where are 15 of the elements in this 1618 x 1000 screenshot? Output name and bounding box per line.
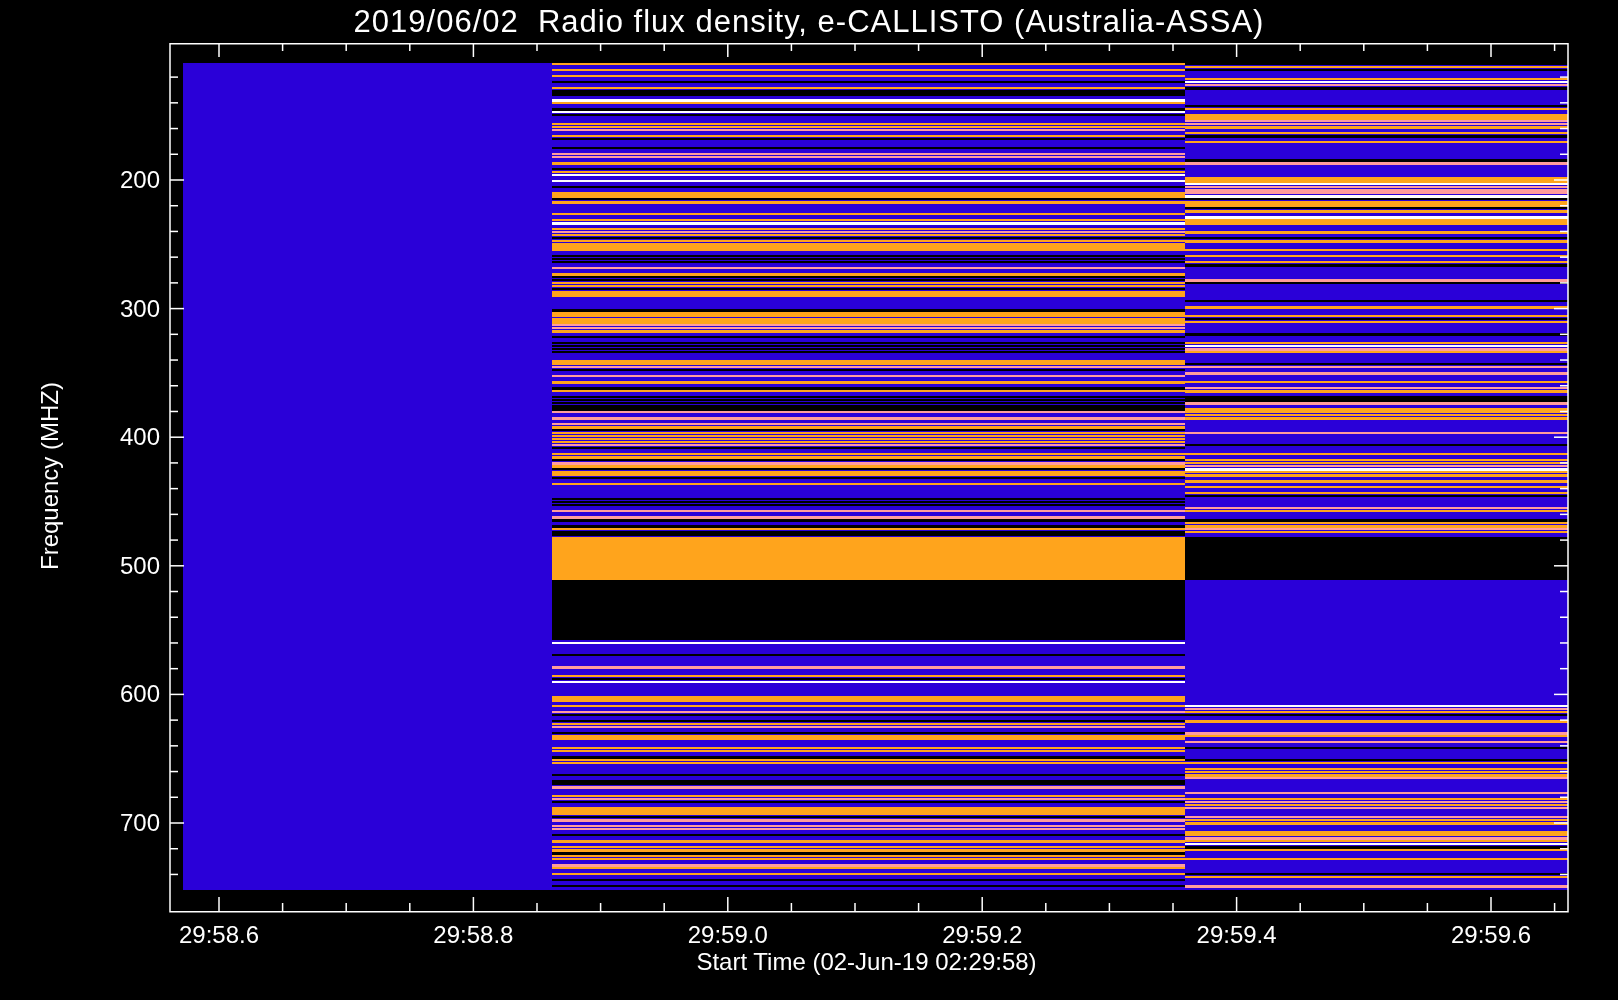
y-tick-label: 700	[119, 809, 160, 836]
y-tick-label: 600	[119, 680, 160, 708]
y-tick-label: 500	[119, 551, 160, 579]
x-tick-label: 29:58.6	[178, 921, 260, 948]
y-tick-label: 300	[119, 294, 160, 322]
y-axis-label: Frequency (MHZ)	[36, 381, 64, 570]
x-tick-label: 29:59.4	[1196, 921, 1277, 948]
x-tick-label: 29:59.0	[687, 921, 768, 948]
plot-title: 2019/06/02 Radio flux density, e-CALLISTO (Australia-ASSA)	[353, 3, 1265, 40]
x-tick-label: 29:59.6	[1450, 921, 1532, 948]
y-tick-label: 400	[119, 423, 160, 451]
x-axis-label: Start Time (02-Jun-19 02:29:58)	[696, 948, 1037, 976]
y-tick-label: 200	[119, 166, 160, 193]
x-tick-label: 29:59.2	[942, 921, 1023, 948]
x-tick-label: 29:58.8	[433, 921, 514, 948]
